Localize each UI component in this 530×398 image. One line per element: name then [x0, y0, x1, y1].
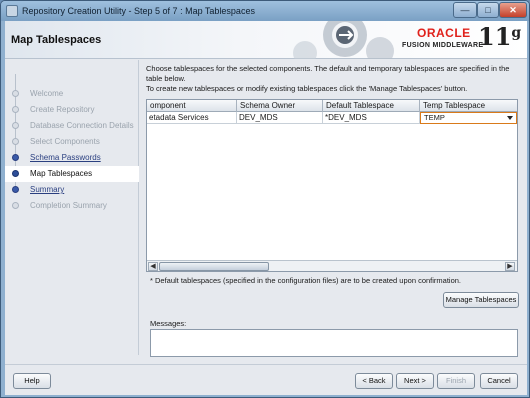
app-icon [6, 5, 18, 17]
table-row[interactable]: etadata Services DEV_MDS *DEV_MDS TEMP [147, 112, 517, 124]
nav-step-label: Map Tablespaces [30, 169, 93, 178]
step-dot-icon [12, 186, 19, 193]
nav-step-label: Welcome [30, 89, 64, 98]
cancel-button[interactable]: Cancel [480, 373, 518, 389]
minimize-button[interactable]: — [453, 2, 477, 18]
back-button[interactable]: < Back [355, 373, 393, 389]
instructions: Choose tablespaces for the selected comp… [146, 64, 518, 94]
nav-step-create-repository: Create Repository [5, 102, 139, 118]
nav-step-label: Database Connection Details [30, 121, 134, 130]
button-bar: Help < Back Next > Finish Cancel [5, 364, 527, 395]
chevron-down-icon[interactable] [507, 116, 513, 120]
maximize-button[interactable]: □ [477, 2, 499, 18]
next-button[interactable]: Next > [396, 373, 434, 389]
version-suffix: g [511, 25, 522, 41]
step-dot-icon [12, 170, 19, 177]
page-title: Map Tablespaces [11, 34, 102, 46]
nav-step-summary[interactable]: Summary [5, 182, 139, 198]
version-logo: 11g [478, 24, 521, 54]
horizontal-scrollbar[interactable]: ◀ ▶ [147, 260, 517, 271]
client-area: Map Tablespaces ORACLE FUSION MIDDLEWARE… [5, 21, 527, 395]
close-button[interactable]: ✕ [499, 2, 527, 18]
scroll-right-icon[interactable]: ▶ [505, 262, 515, 271]
step-dot-icon [12, 138, 19, 145]
step-dot-icon [12, 122, 19, 129]
nav-step-schema-passwords[interactable]: Schema Passwords [5, 150, 139, 166]
cell-component: etadata Services [147, 112, 237, 124]
temp-tablespace-dropdown[interactable]: TEMP [420, 112, 517, 124]
column-header-default-tablespace[interactable]: Default Tablespace [323, 100, 420, 112]
nav-step-welcome: Welcome [5, 86, 139, 102]
version-number: 11 [478, 22, 512, 51]
nav-step-label: Create Repository [30, 105, 95, 114]
main-panel: Choose tablespaces for the selected comp… [145, 60, 523, 357]
step-navigator: Welcome Create Repository Database Conne… [5, 60, 139, 355]
title-bar[interactable]: Repository Creation Utility - Step 5 of … [1, 1, 529, 21]
step-dot-icon [12, 90, 19, 97]
nav-step-select-components: Select Components [5, 134, 139, 150]
step-dot-icon [12, 106, 19, 113]
nav-step-label[interactable]: Schema Passwords [30, 153, 101, 162]
column-header-schema-owner[interactable]: Schema Owner [237, 100, 323, 112]
column-header-component[interactable]: omponent [147, 100, 237, 112]
nav-step-label: Select Components [30, 137, 100, 146]
messages-area[interactable] [150, 329, 518, 357]
oracle-logo: ORACLE [417, 26, 471, 40]
app-window: Repository Creation Utility - Step 5 of … [0, 0, 530, 398]
cell-schema-owner: DEV_MDS [237, 112, 323, 124]
nav-step-completion-summary: Completion Summary [5, 198, 139, 214]
help-button[interactable]: Help [13, 373, 51, 389]
step-dot-icon [12, 202, 19, 209]
finish-button[interactable]: Finish [437, 373, 475, 389]
footnote: * Default tablespaces (specified in the … [150, 276, 462, 285]
fusion-middleware-logo: FUSION MIDDLEWARE [402, 42, 484, 49]
nav-step-map-tablespaces: Map Tablespaces [5, 166, 139, 182]
manage-tablespaces-button[interactable]: Manage Tablespaces [443, 292, 519, 308]
gears-graphic-icon [293, 21, 394, 59]
nav-step-label[interactable]: Summary [30, 185, 64, 194]
nav-step-label: Completion Summary [30, 201, 107, 210]
step-dot-icon [12, 154, 19, 161]
temp-tablespace-value: TEMP [424, 113, 445, 122]
window-title: Repository Creation Utility - Step 5 of … [22, 6, 255, 16]
cell-default-tablespace[interactable]: *DEV_MDS [323, 112, 420, 124]
table-header: omponent Schema Owner Default Tablespace… [147, 100, 517, 112]
column-header-temp-tablespace[interactable]: Temp Tablespace [420, 100, 517, 112]
instruction-text: Choose tablespaces for the selected comp… [146, 64, 510, 83]
tablespace-table: omponent Schema Owner Default Tablespace… [146, 99, 518, 272]
messages-label: Messages: [150, 319, 187, 328]
scroll-left-icon[interactable]: ◀ [148, 262, 158, 271]
instruction-text: To create new tablespaces or modify exis… [146, 84, 468, 93]
nav-step-database-connection: Database Connection Details [5, 118, 139, 134]
header-banner: Map Tablespaces ORACLE FUSION MIDDLEWARE… [5, 21, 527, 59]
scroll-thumb[interactable] [159, 262, 269, 271]
